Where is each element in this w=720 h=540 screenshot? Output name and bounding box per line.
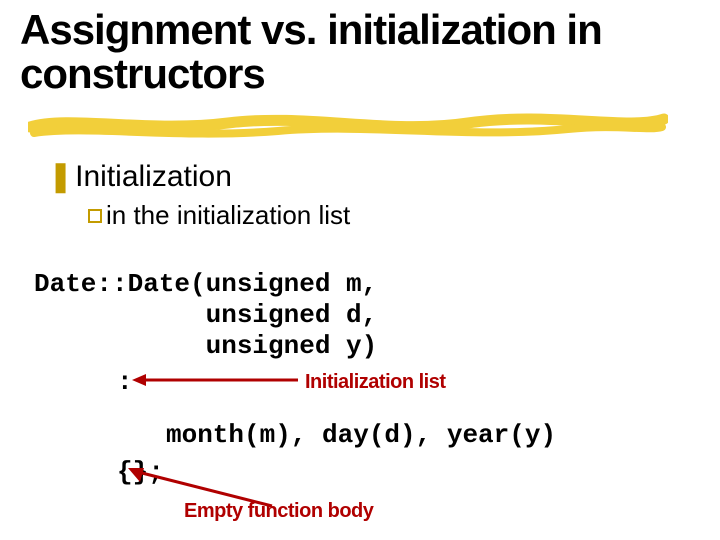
code-line: unsigned y) — [34, 331, 377, 361]
bullet-marker-icon: ❚ — [48, 160, 73, 193]
annotation-init-list: Initialization list — [305, 371, 446, 394]
code-members: month(m), day(d), year(y) — [166, 420, 556, 450]
code-line: unsigned d, — [34, 300, 377, 330]
slide-title: Assignment vs. initialization in constru… — [20, 8, 680, 96]
arrow-to-colon-icon — [130, 372, 302, 388]
bullet-text: in the initialization list — [106, 200, 350, 230]
bullet-level2: in the initialization list — [88, 200, 350, 231]
bullet-text: Initialization — [75, 160, 232, 193]
code-line: Date::Date(unsigned m, — [34, 269, 377, 299]
bullet-level1: ❚Initialization — [48, 159, 232, 194]
bullet-square-icon — [88, 209, 102, 223]
annotation-empty-body: Empty function body — [184, 500, 373, 523]
slide: Assignment vs. initialization in constru… — [0, 0, 720, 540]
title-underline — [28, 105, 668, 141]
